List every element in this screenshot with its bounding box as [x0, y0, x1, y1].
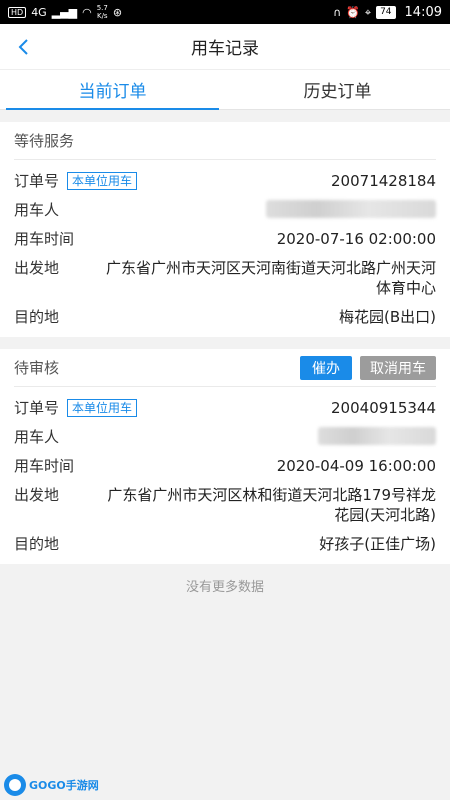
passenger-row: 用车人 [14, 200, 436, 220]
passenger-label: 用车人 [14, 428, 60, 446]
gogo-logo-icon [4, 774, 26, 796]
order-actions: 催办 取消用车 [300, 355, 436, 380]
order-status-header: 等待服务 [14, 122, 436, 160]
back-button[interactable] [8, 24, 38, 70]
order-status: 等待服务 [14, 132, 75, 150]
passenger-label: 用车人 [14, 201, 60, 219]
order-number-label-group: 订单号 本单位用车 [14, 398, 138, 418]
page-title: 用车记录 [191, 39, 259, 59]
speed-unit: K/s [96, 12, 108, 20]
spacer [0, 110, 450, 122]
unit-car-tag: 本单位用车 [67, 399, 138, 417]
origin-label: 出发地 [14, 486, 60, 504]
status-bar: HD 4G ▂▄▆ ◠ 5.7 K/s ⊛ ∩ ⏰ ⌖ 74 14:09 [0, 0, 450, 24]
origin-address: 广东省广州市天河区天河南街道天河北路广州天河体育中心 [106, 259, 437, 297]
destination-address: 梅花园(B出口) [339, 308, 436, 326]
order-card[interactable]: 待审核 催办 取消用车 订单号 本单位用车 20040915344 用车人 用车… [0, 349, 450, 564]
passenger-name-redacted [318, 427, 436, 445]
nav-bar: 用车记录 [0, 24, 450, 70]
order-number: 20071428184 [331, 172, 436, 190]
order-number: 20040915344 [331, 399, 436, 417]
use-time: 2020-04-09 16:00:00 [276, 457, 436, 475]
origin-address: 广东省广州市天河区林和街道天河北路179号祥龙花园(天河北路) [107, 486, 436, 524]
origin-row: 出发地 广东省广州市天河区天河南街道天河北路广州天河体育中心 [14, 258, 436, 298]
destination-label: 目的地 [14, 535, 60, 553]
network-type: 4G [31, 5, 47, 19]
order-number-row: 订单号 本单位用车 20040915344 [14, 398, 436, 418]
order-number-label-group: 订单号 本单位用车 [14, 171, 138, 191]
sync-icon: ⊛ [112, 5, 123, 19]
origin-label: 出发地 [14, 259, 60, 277]
destination-row: 目的地 梅花园(B出口) [14, 307, 436, 337]
speed-value: 5.7 [96, 4, 108, 12]
hd-badge: HD [8, 6, 27, 18]
unit-car-tag: 本单位用车 [67, 172, 138, 190]
use-time: 2020-07-16 02:00:00 [276, 230, 436, 248]
order-number-row: 订单号 本单位用车 20071428184 [14, 171, 436, 191]
location-icon: ⌖ [364, 5, 372, 19]
battery-icon: 74 [376, 5, 396, 19]
order-card[interactable]: 等待服务 订单号 本单位用车 20071428184 用车人 用车时间 2020… [0, 122, 450, 337]
watermark-text: GOGO手游网 [29, 779, 99, 792]
cancel-ride-button[interactable]: 取消用车 [360, 355, 436, 380]
order-number-label: 订单号 [14, 172, 60, 190]
destination-label: 目的地 [14, 308, 60, 326]
headset-icon: ∩ [333, 5, 342, 19]
time-row: 用车时间 2020-07-16 02:00:00 [14, 229, 436, 249]
time-label: 用车时间 [14, 230, 75, 248]
order-status-header: 待审核 催办 取消用车 [14, 349, 436, 387]
no-more-data-note: 没有更多数据 [185, 580, 264, 595]
back-arrow-icon [18, 39, 28, 55]
tab-current-orders[interactable]: 当前订单 [0, 70, 225, 110]
time-row: 用车时间 2020-04-09 16:00:00 [14, 456, 436, 476]
destination-row: 目的地 好孩子(正佳广场) [14, 534, 436, 564]
signal-icon: ▂▄▆ [51, 5, 78, 19]
urge-button[interactable]: 催办 [300, 355, 352, 380]
wifi-icon: ◠ [82, 5, 92, 19]
passenger-name-redacted [266, 200, 436, 218]
destination-address: 好孩子(正佳广场) [319, 535, 436, 553]
watermark-logo: GOGO手游网 [4, 774, 99, 796]
spacer [0, 337, 450, 349]
order-status: 待审核 [14, 359, 60, 377]
order-tabs: 当前订单 历史订单 [0, 70, 450, 110]
alarm-icon: ⏰ [346, 5, 360, 19]
origin-row: 出发地 广东省广州市天河区林和街道天河北路179号祥龙花园(天河北路) [14, 485, 436, 525]
tab-history-orders[interactable]: 历史订单 [225, 70, 450, 109]
order-number-label: 订单号 [14, 399, 60, 417]
network-speed: 5.7 K/s [97, 4, 108, 20]
time-label: 用车时间 [14, 457, 75, 475]
clock: 14:09 [404, 4, 442, 20]
passenger-row: 用车人 [14, 427, 436, 447]
